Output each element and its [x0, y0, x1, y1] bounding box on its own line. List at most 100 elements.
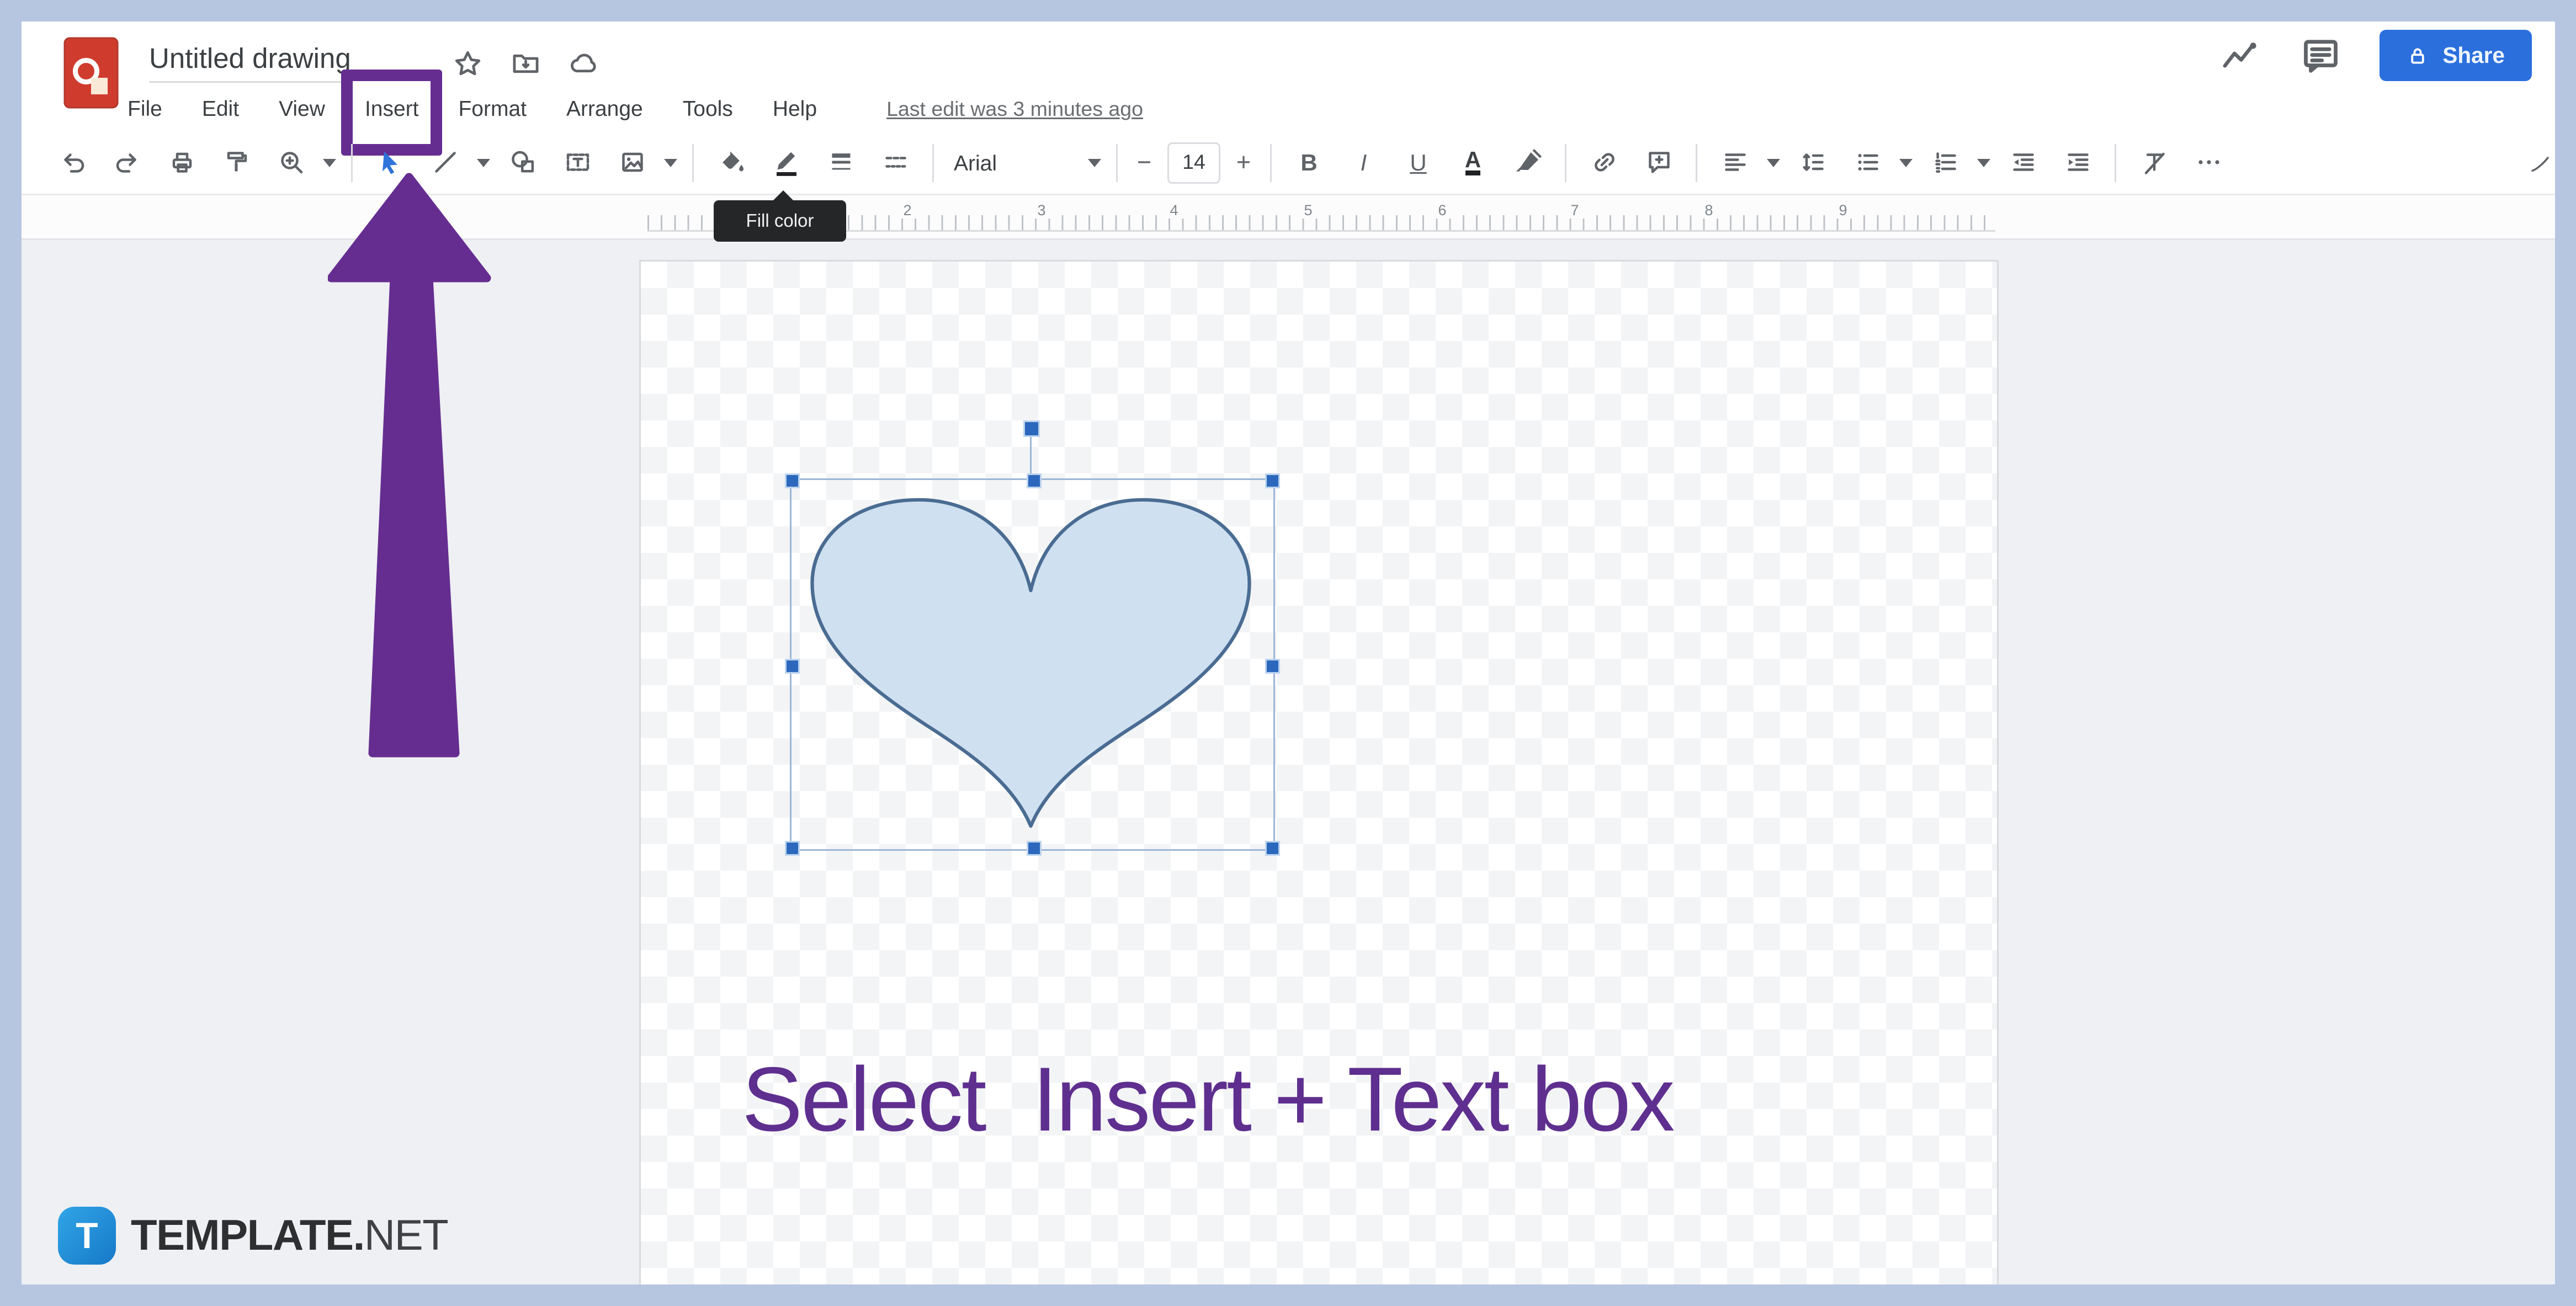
toolbar-overflow-edge-icon[interactable]: [2528, 154, 2551, 177]
toolbar-divider: [1696, 143, 1697, 182]
comment-history-icon[interactable]: [2298, 33, 2343, 78]
border-dash-button[interactable]: [868, 137, 922, 187]
outer-frame: Untitled drawing Share: [0, 0, 2576, 1306]
selection-handle-ne[interactable]: [1265, 473, 1280, 488]
font-size-input[interactable]: 14: [1167, 142, 1220, 183]
insert-link-button[interactable]: [1576, 137, 1631, 187]
font-family-caret[interactable]: [1088, 158, 1101, 167]
text-box-button[interactable]: [550, 137, 604, 187]
menu-format[interactable]: Format: [458, 88, 527, 131]
toolbar-divider: [692, 143, 694, 182]
menu-help[interactable]: Help: [773, 88, 817, 131]
ruler-number: 4: [1164, 202, 1184, 218]
selection-handle-sw[interactable]: [785, 841, 800, 856]
ruler-number: 3: [1032, 202, 1051, 218]
template-net-logo: T TEMPLATE.NET: [58, 1207, 448, 1265]
line-spacing-button[interactable]: [1785, 137, 1840, 187]
share-button[interactable]: Share: [2380, 30, 2531, 81]
menu-view[interactable]: View: [279, 88, 325, 131]
toolbar-divider: [1270, 143, 1272, 182]
menu-insert[interactable]: Insert: [365, 88, 419, 131]
redo-button[interactable]: [99, 137, 154, 187]
more-options-button[interactable]: [2181, 137, 2235, 187]
bulleted-list-caret[interactable]: [1899, 158, 1913, 167]
menu-bar: File Edit View Insert Format Arrange Too…: [128, 88, 1143, 131]
zoom-dropdown-caret[interactable]: [323, 158, 336, 167]
insert-comment-button[interactable]: [1631, 137, 1686, 187]
toolbar-divider: [1116, 143, 1118, 182]
cloud-status-icon[interactable]: [568, 48, 599, 79]
undo-button[interactable]: [45, 137, 99, 187]
menu-tools[interactable]: Tools: [683, 88, 733, 131]
insert-image-button[interactable]: [604, 137, 659, 187]
selection-handle-nw[interactable]: [785, 473, 800, 488]
share-label: Share: [2442, 43, 2505, 68]
google-drawings-icon[interactable]: [63, 35, 119, 111]
numbered-list-caret[interactable]: [1977, 158, 1990, 167]
instruction-text: Select Insert + Text box: [742, 1046, 1674, 1152]
bulleted-list-button[interactable]: [1840, 137, 1894, 187]
annotation-arrow-up: [328, 170, 493, 763]
increase-indent-button[interactable]: [2050, 137, 2105, 187]
lock-icon: [2406, 44, 2429, 67]
toolbar-divider: [2115, 143, 2116, 182]
fill-color-button[interactable]: [704, 137, 758, 187]
fill-color-tooltip: Fill color: [714, 200, 846, 242]
shape-tool-button[interactable]: [495, 137, 550, 187]
font-family-select[interactable]: Arial: [944, 150, 1083, 175]
selection-handle-n[interactable]: [1026, 473, 1041, 488]
star-icon[interactable]: [452, 48, 484, 79]
document-title[interactable]: Untitled drawing: [149, 43, 351, 83]
print-button[interactable]: [154, 137, 209, 187]
underline-button[interactable]: U: [1391, 137, 1446, 187]
google-drawings-app: Untitled drawing Share: [22, 22, 2554, 1284]
menu-edit[interactable]: Edit: [202, 88, 239, 131]
bold-label: B: [1300, 149, 1317, 175]
template-net-tile: T: [58, 1207, 116, 1265]
toolbar-divider: [932, 143, 934, 182]
border-color-button[interactable]: [758, 137, 813, 187]
selection-bounding-box[interactable]: [790, 478, 1275, 851]
numbered-list-button[interactable]: [1918, 137, 1972, 187]
align-dropdown-caret[interactable]: [1767, 158, 1780, 167]
image-dropdown-caret[interactable]: [664, 158, 677, 167]
paint-format-button[interactable]: [209, 137, 263, 187]
ruler-number: 8: [1699, 202, 1719, 218]
rotation-handle[interactable]: [1023, 420, 1040, 437]
ruler-ticks: [647, 215, 1995, 232]
align-button[interactable]: [1707, 137, 1762, 187]
selection-handle-e[interactable]: [1265, 658, 1280, 673]
ruler-number: 2: [897, 202, 917, 218]
border-weight-button[interactable]: [813, 137, 868, 187]
brand-light: NET: [364, 1210, 448, 1260]
tile-letter: T: [76, 1214, 98, 1257]
italic-button[interactable]: I: [1336, 137, 1391, 187]
increase-font-size-button[interactable]: +: [1227, 148, 1260, 177]
brand-dot: .: [353, 1210, 364, 1260]
ruler-number: 6: [1432, 202, 1452, 218]
text-color-button[interactable]: A: [1446, 137, 1500, 187]
decrease-font-size-button[interactable]: −: [1128, 148, 1161, 177]
screenshot-root: Untitled drawing Share: [0, 0, 2576, 1306]
clear-formatting-button[interactable]: [2126, 137, 2181, 187]
selection-handle-se[interactable]: [1265, 841, 1280, 856]
menu-arrange[interactable]: Arrange: [566, 88, 643, 131]
selection-handle-s[interactable]: [1026, 841, 1041, 856]
drawing-canvas[interactable]: Select Insert + Text box: [639, 260, 1999, 1284]
move-folder-icon[interactable]: [510, 48, 541, 79]
text-color-label: A: [1465, 149, 1481, 175]
highlight-color-button[interactable]: [1500, 137, 1555, 187]
last-edit-link[interactable]: Last edit was 3 minutes ago: [886, 98, 1143, 121]
decrease-indent-button[interactable]: [1995, 137, 2050, 187]
bold-button[interactable]: B: [1282, 137, 1336, 187]
brand-bold: TEMPLATE: [131, 1210, 353, 1260]
zoom-button[interactable]: [263, 137, 318, 187]
rotation-handle-stem: [1030, 434, 1032, 478]
line-dropdown-caret[interactable]: [477, 158, 490, 167]
ruler-number: 5: [1298, 202, 1318, 218]
template-net-wordmark: TEMPLATE.NET: [131, 1210, 448, 1261]
underline-label: U: [1410, 149, 1426, 175]
selection-handle-w[interactable]: [785, 658, 800, 673]
menu-file[interactable]: File: [128, 88, 162, 131]
trend-scribble-icon[interactable]: [2219, 34, 2262, 77]
